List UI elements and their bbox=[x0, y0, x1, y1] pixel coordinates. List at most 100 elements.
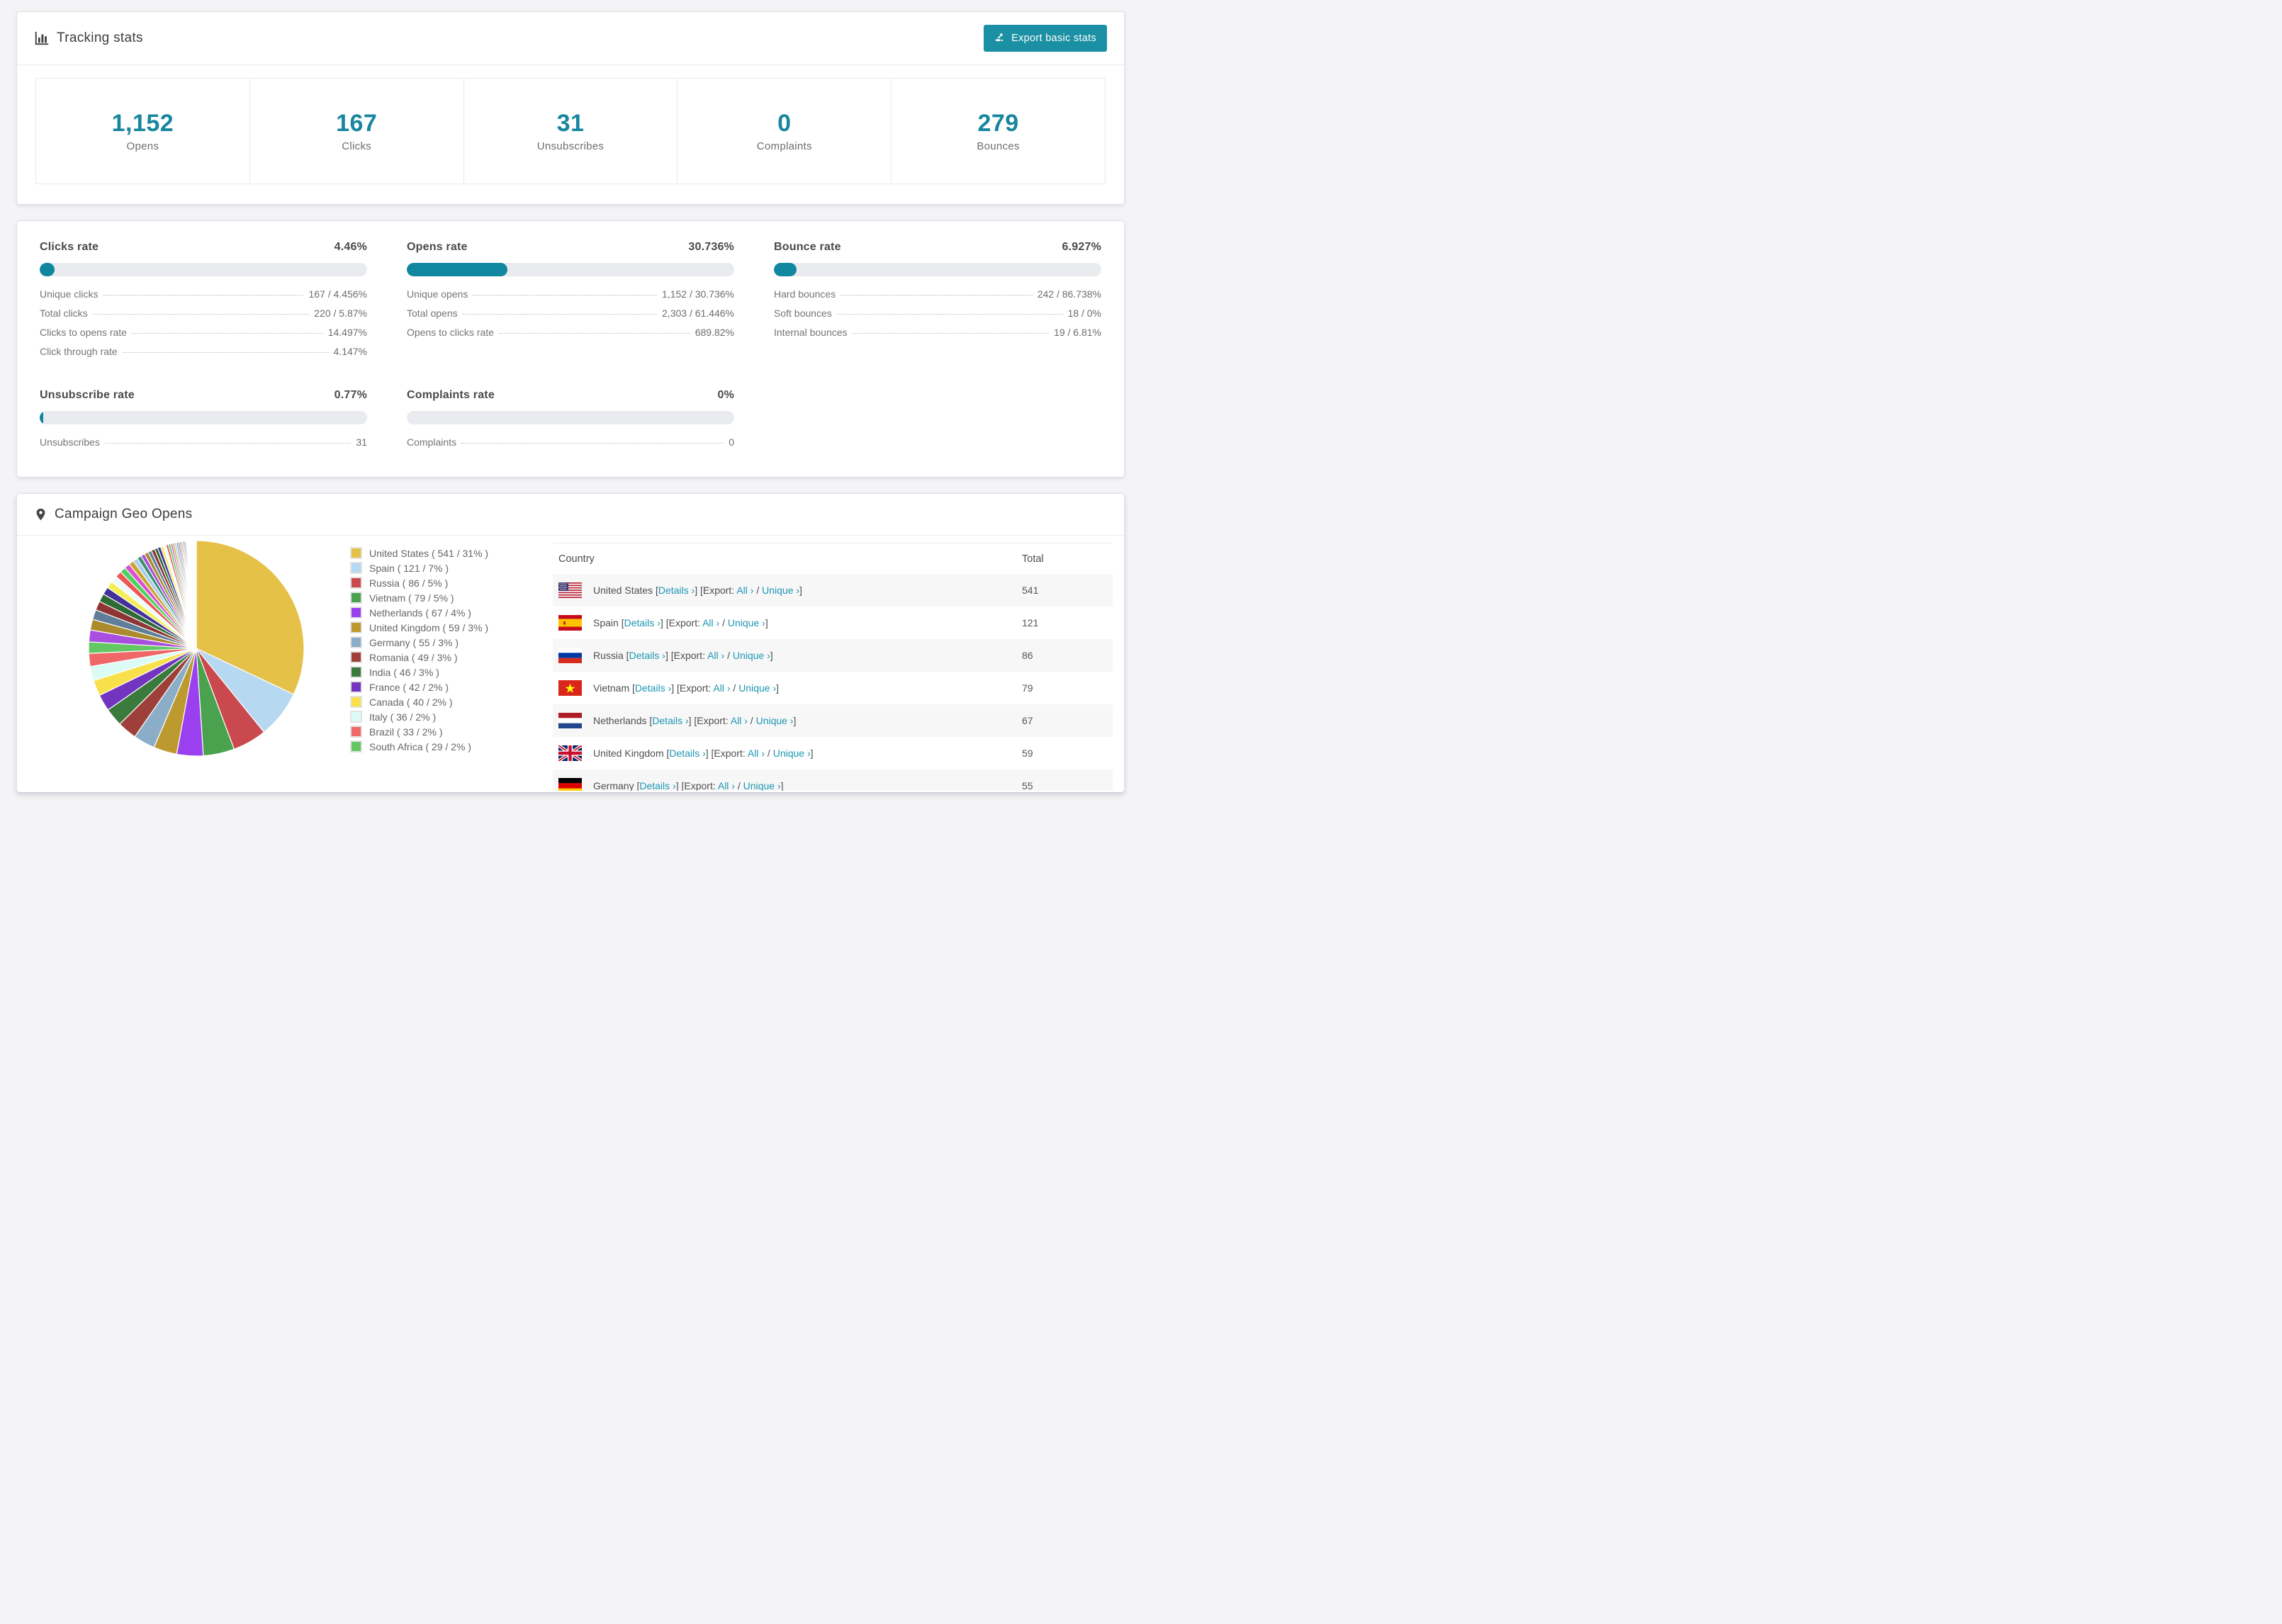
bar-chart-icon bbox=[34, 30, 50, 46]
rate-detail-row: Unsubscribes 31 bbox=[40, 436, 367, 448]
export-all-link[interactable]: All › bbox=[718, 780, 735, 791]
export-prefix: ] [Export: bbox=[675, 780, 718, 791]
stat-label: Bounces bbox=[977, 140, 1020, 152]
rate-detail-rows: Unsubscribes 31 bbox=[40, 436, 367, 448]
rate-progress-fill bbox=[774, 263, 797, 276]
rate-detail-row: Hard bounces 242 / 86.738% bbox=[774, 288, 1101, 300]
rate-detail-label: Clicks to opens rate bbox=[40, 327, 127, 338]
dotted-leader bbox=[462, 314, 658, 315]
rate-title-row: Clicks rate 4.46% bbox=[40, 241, 367, 254]
details-link[interactable]: Details › bbox=[639, 780, 675, 791]
country-total: 121 bbox=[1022, 617, 1039, 628]
legend-swatch bbox=[350, 740, 362, 752]
geo-table-row: Russia [Details ›] [Export: All › / Uniq… bbox=[553, 639, 1113, 672]
legend-item: South Africa ( 29 / 2% ) bbox=[350, 739, 553, 754]
tracking-stats-title-text: Tracking stats bbox=[57, 30, 143, 45]
export-unique-link[interactable]: Unique › bbox=[728, 617, 765, 628]
export-unique-link[interactable]: Unique › bbox=[773, 748, 811, 759]
legend-label: Vietnam ( 79 / 5% ) bbox=[369, 592, 454, 604]
stat-value: 1,152 bbox=[111, 110, 174, 137]
export-basic-stats-button[interactable]: Export basic stats bbox=[984, 25, 1107, 52]
details-link[interactable]: Details › bbox=[629, 650, 665, 661]
legend-swatch bbox=[350, 681, 362, 693]
link-separator: / bbox=[747, 715, 756, 726]
export-unique-link[interactable]: Unique › bbox=[756, 715, 794, 726]
export-unique-link[interactable]: Unique › bbox=[743, 780, 781, 791]
details-link[interactable]: Details › bbox=[669, 748, 705, 759]
details-link[interactable]: Details › bbox=[658, 585, 695, 596]
export-prefix: ] [Export: bbox=[660, 617, 703, 628]
legend-swatch bbox=[350, 666, 362, 678]
country-cell: Germany [Details ›] [Export: All › / Uni… bbox=[553, 769, 1016, 791]
country-cell: Vietnam [Details ›] [Export: All › / Uni… bbox=[553, 672, 1016, 704]
export-all-link[interactable]: All › bbox=[702, 617, 719, 628]
rate-detail-value: 689.82% bbox=[695, 327, 734, 338]
export-unique-link[interactable]: Unique › bbox=[733, 650, 770, 661]
country-cell: United States [Details ›] [Export: All ›… bbox=[553, 574, 1016, 607]
rate-detail-row: Clicks to opens rate 14.497% bbox=[40, 327, 367, 338]
country-column-header: Country bbox=[558, 553, 595, 565]
legend-swatch bbox=[350, 696, 362, 708]
rate-detail-label: Hard bounces bbox=[774, 288, 836, 300]
legend-swatch bbox=[350, 651, 362, 663]
export-all-link[interactable]: All › bbox=[736, 585, 753, 596]
rate-detail-label: Soft bounces bbox=[774, 308, 832, 319]
country-links: Russia [Details ›] [Export: All › / Uniq… bbox=[593, 650, 773, 661]
rate-title: Clicks rate bbox=[40, 241, 99, 253]
geo-table-header-row: Country Total bbox=[553, 543, 1113, 574]
details-link[interactable]: Details › bbox=[635, 682, 671, 694]
export-all-link[interactable]: All › bbox=[731, 715, 748, 726]
country-cell: Spain [Details ›] [Export: All › / Uniqu… bbox=[553, 607, 1016, 639]
legend-item: Romania ( 49 / 3% ) bbox=[350, 650, 553, 665]
stat-label: Complaints bbox=[756, 140, 812, 152]
legend-label: Italy ( 36 / 2% ) bbox=[369, 711, 437, 723]
geo-table: Country Total United States [Details ›] … bbox=[553, 543, 1113, 791]
details-link[interactable]: Details › bbox=[652, 715, 688, 726]
legend-item: Spain ( 121 / 7% ) bbox=[350, 560, 553, 575]
export-all-link[interactable]: All › bbox=[713, 682, 730, 694]
rate-progress-bar bbox=[774, 263, 1101, 276]
stat-box: 0 Complaints bbox=[678, 78, 892, 184]
legend-label: Brazil ( 33 / 2% ) bbox=[369, 726, 443, 738]
country-flag-icon bbox=[558, 648, 582, 663]
rate-detail-value: 4.147% bbox=[333, 346, 367, 357]
rate-detail-rows: Hard bounces 242 / 86.738% Soft bounces … bbox=[774, 288, 1101, 338]
rate-value: 6.927% bbox=[1062, 241, 1101, 253]
rate-detail-row: Total clicks 220 / 5.87% bbox=[40, 308, 367, 319]
closing-bracket: ] bbox=[799, 585, 802, 596]
dotted-leader bbox=[461, 443, 724, 444]
legend-item: Brazil ( 33 / 2% ) bbox=[350, 724, 553, 739]
country-flag-icon bbox=[558, 582, 582, 598]
legend-label: India ( 46 / 3% ) bbox=[369, 666, 439, 678]
rate-detail-label: Unique clicks bbox=[40, 288, 99, 300]
export-unique-link[interactable]: Unique › bbox=[762, 585, 799, 596]
rate-detail-rows: Unique clicks 167 / 4.456% Total clicks … bbox=[40, 288, 367, 357]
export-all-link[interactable]: All › bbox=[748, 748, 765, 759]
legend-label: Spain ( 121 / 7% ) bbox=[369, 562, 449, 574]
rate-detail-label: Internal bounces bbox=[774, 327, 848, 338]
stat-box: 279 Bounces bbox=[892, 78, 1106, 184]
rate-progress-bar bbox=[407, 411, 734, 424]
export-all-link[interactable]: All › bbox=[707, 650, 724, 661]
country-flag-icon bbox=[558, 615, 582, 631]
rate-value: 4.46% bbox=[334, 241, 367, 253]
country-links: Netherlands [Details ›] [Export: All › /… bbox=[593, 715, 796, 726]
geo-opens-title-text: Campaign Geo Opens bbox=[55, 507, 193, 521]
country-links: Spain [Details ›] [Export: All › / Uniqu… bbox=[593, 617, 768, 628]
rate-title-row: Bounce rate 6.927% bbox=[774, 241, 1101, 254]
stat-label: Unsubscribes bbox=[536, 140, 605, 152]
details-link[interactable]: Details › bbox=[624, 617, 661, 628]
rate-detail-label: Click through rate bbox=[40, 346, 118, 357]
legend-item: Netherlands ( 67 / 4% ) bbox=[350, 605, 553, 620]
rate-detail-value: 1,152 / 30.736% bbox=[662, 288, 734, 300]
closing-bracket: ] bbox=[770, 650, 773, 661]
rate-title: Opens rate bbox=[407, 241, 468, 253]
dotted-leader bbox=[104, 443, 352, 444]
stat-box: 167 Clicks bbox=[249, 78, 464, 184]
legend-label: Canada ( 40 / 2% ) bbox=[369, 696, 453, 708]
export-unique-link[interactable]: Unique › bbox=[738, 682, 776, 694]
legend-label: Netherlands ( 67 / 4% ) bbox=[369, 607, 471, 619]
geo-table-row: United Kingdom [Details ›] [Export: All … bbox=[553, 737, 1113, 769]
stat-label: Opens bbox=[126, 140, 159, 152]
country-total: 67 bbox=[1022, 715, 1033, 726]
